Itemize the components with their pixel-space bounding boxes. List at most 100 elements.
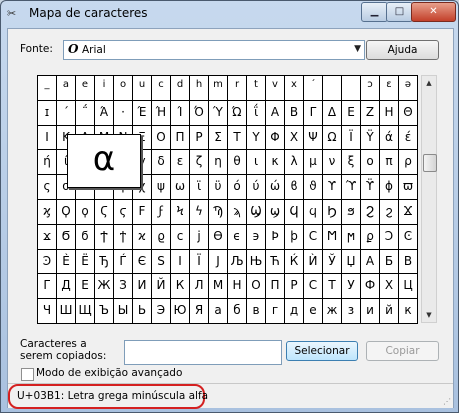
character-cell[interactable]: Ϯ bbox=[95, 224, 114, 250]
character-cell[interactable]: Ό bbox=[190, 100, 209, 126]
character-cell[interactable]: Γ bbox=[304, 100, 323, 126]
character-cell[interactable]: и bbox=[361, 299, 380, 324]
character-cell[interactable]: d bbox=[171, 76, 190, 101]
character-cell[interactable]: Ͽ bbox=[38, 249, 57, 275]
character-cell[interactable]: ι bbox=[247, 150, 266, 176]
character-cell[interactable]: c bbox=[152, 76, 171, 101]
character-cell[interactable]: е bbox=[304, 299, 323, 324]
character-cell[interactable]: ύ bbox=[247, 175, 266, 200]
maximize-button[interactable]: □ bbox=[386, 2, 413, 22]
character-cell[interactable]: ς bbox=[38, 175, 57, 200]
character-cell[interactable]: Э bbox=[152, 299, 171, 324]
character-cell[interactable]: ΄ bbox=[57, 100, 76, 126]
character-cell[interactable]: Ϝ bbox=[133, 200, 152, 225]
character-cell[interactable]: Υ bbox=[247, 125, 266, 151]
character-cell[interactable]: Φ bbox=[266, 125, 285, 151]
character-cell[interactable]: Є bbox=[133, 249, 152, 275]
character-cell[interactable]: П bbox=[266, 274, 285, 300]
character-cell[interactable]: Ͼ bbox=[399, 224, 418, 250]
character-cell[interactable]: Ϫ bbox=[399, 200, 418, 225]
character-cell[interactable]: ϝ bbox=[152, 200, 171, 225]
character-cell[interactable]: ϵ bbox=[228, 224, 247, 250]
character-cell[interactable]: Ќ bbox=[285, 249, 304, 275]
character-cell[interactable]: в bbox=[247, 299, 266, 324]
character-cell[interactable]: έ bbox=[399, 125, 418, 151]
character-cell[interactable]: Σ bbox=[209, 125, 228, 151]
character-map-app-icon[interactable]: ✂ bbox=[7, 7, 23, 21]
character-cell[interactable]: ϋ bbox=[209, 175, 228, 200]
character-cell[interactable]: Ά bbox=[95, 100, 114, 126]
character-cell[interactable]: i bbox=[95, 76, 114, 101]
character-cell[interactable]: Ϸ bbox=[266, 224, 285, 250]
character-cell[interactable]: б bbox=[228, 299, 247, 324]
character-cell[interactable]: ω bbox=[171, 175, 190, 200]
character-cell[interactable]: Ы bbox=[114, 299, 133, 324]
help-button[interactable]: Ajuda bbox=[366, 40, 439, 60]
character-cell[interactable]: Ђ bbox=[95, 249, 114, 275]
character-cell[interactable]: Ю bbox=[171, 299, 190, 324]
character-cell[interactable]: ϱ bbox=[152, 224, 171, 250]
character-cell[interactable]: ϫ bbox=[38, 224, 57, 250]
character-cell[interactable]: Ϻ bbox=[323, 224, 342, 250]
character-cell[interactable]: ж bbox=[323, 299, 342, 324]
character-cell[interactable]: v bbox=[266, 76, 285, 101]
character-cell[interactable]: ϓ bbox=[342, 175, 361, 200]
character-cell[interactable]: ϛ bbox=[114, 200, 133, 225]
character-cell[interactable]: ϒ bbox=[323, 175, 342, 200]
scroll-up-icon[interactable]: ▲ bbox=[422, 76, 436, 90]
character-cell[interactable]: Β bbox=[285, 100, 304, 126]
character-cell[interactable]: а bbox=[209, 299, 228, 324]
character-cell[interactable]: ϧ bbox=[342, 200, 361, 225]
resize-grip-icon[interactable]: ⋰ bbox=[443, 397, 451, 406]
character-cell[interactable]: ΐ bbox=[247, 100, 266, 126]
character-cell[interactable]: Ϊ bbox=[342, 125, 361, 151]
character-cell[interactable]: Ω bbox=[323, 125, 342, 151]
character-cell[interactable]: Ϥ bbox=[285, 200, 304, 225]
character-cell[interactable]: u bbox=[133, 76, 152, 101]
character-cell[interactable]: ϐ bbox=[285, 175, 304, 200]
character-cell[interactable]: Π bbox=[171, 125, 190, 151]
font-dropdown[interactable]: O Arial ▼ bbox=[63, 40, 365, 60]
character-cell[interactable]: ψ bbox=[152, 175, 171, 200]
character-cell[interactable]: Ε bbox=[342, 100, 361, 126]
character-cell[interactable]: π bbox=[380, 150, 399, 176]
character-cell[interactable]: Р bbox=[285, 274, 304, 300]
character-cell[interactable]: Ϛ bbox=[95, 200, 114, 225]
character-cell[interactable]: ϕ bbox=[380, 175, 399, 200]
character-cell[interactable]: m bbox=[209, 76, 228, 101]
character-cell[interactable]: Х bbox=[380, 274, 399, 300]
character-cell[interactable]: θ bbox=[228, 150, 247, 176]
character-cell[interactable]: Т bbox=[323, 274, 342, 300]
minimize-button[interactable]: ▁ bbox=[361, 2, 388, 22]
character-cell[interactable]: Έ bbox=[133, 100, 152, 126]
character-cell[interactable]: ϙ bbox=[76, 200, 95, 225]
character-cell[interactable]: Ш bbox=[57, 299, 76, 324]
character-cell[interactable]: ϗ bbox=[38, 200, 57, 225]
character-cell[interactable]: ϯ bbox=[114, 224, 133, 250]
character-cell[interactable]: ξ bbox=[342, 150, 361, 176]
character-cell[interactable]: t bbox=[247, 76, 266, 101]
character-cell[interactable]: Й bbox=[152, 274, 171, 300]
character-cell[interactable]: · bbox=[114, 100, 133, 126]
character-cell[interactable]: ϩ bbox=[380, 200, 399, 225]
character-cell[interactable]: ϼ bbox=[361, 224, 380, 250]
character-cell[interactable]: ϭ bbox=[76, 224, 95, 250]
character-cell[interactable]: З bbox=[114, 274, 133, 300]
character-cell[interactable]: Ѐ bbox=[57, 249, 76, 275]
character-cell[interactable]: ϡ bbox=[228, 200, 247, 225]
copy-button[interactable]: Copiar bbox=[366, 341, 439, 361]
character-cell[interactable]: x bbox=[285, 76, 304, 101]
character-grid[interactable]: _ a e i o u c d h m r t v x ´ ɔ ɛ ə ɪ ΄ ΅ Ά · Έ Ή Ί Ό Ύ Ώΐ Α Β Γ Δ Ε Ζ Η Θ Ι Κ… bbox=[37, 75, 418, 324]
character-cell[interactable]: О bbox=[247, 274, 266, 300]
character-cell[interactable]: δ bbox=[152, 150, 171, 176]
character-cell[interactable]: Я bbox=[190, 299, 209, 324]
character-cell[interactable]: ϰ bbox=[133, 224, 152, 250]
character-cell[interactable]: У bbox=[342, 274, 361, 300]
character-cell[interactable]: М bbox=[209, 274, 228, 300]
select-button[interactable]: Selecionar bbox=[286, 341, 358, 361]
character-cell[interactable]: Ї bbox=[190, 249, 209, 275]
character-cell[interactable]: Ύ bbox=[209, 100, 228, 126]
character-cell[interactable]: ϶ bbox=[247, 224, 266, 250]
character-cell[interactable]: Ί bbox=[171, 100, 190, 126]
close-button[interactable]: ✕ bbox=[411, 2, 456, 22]
